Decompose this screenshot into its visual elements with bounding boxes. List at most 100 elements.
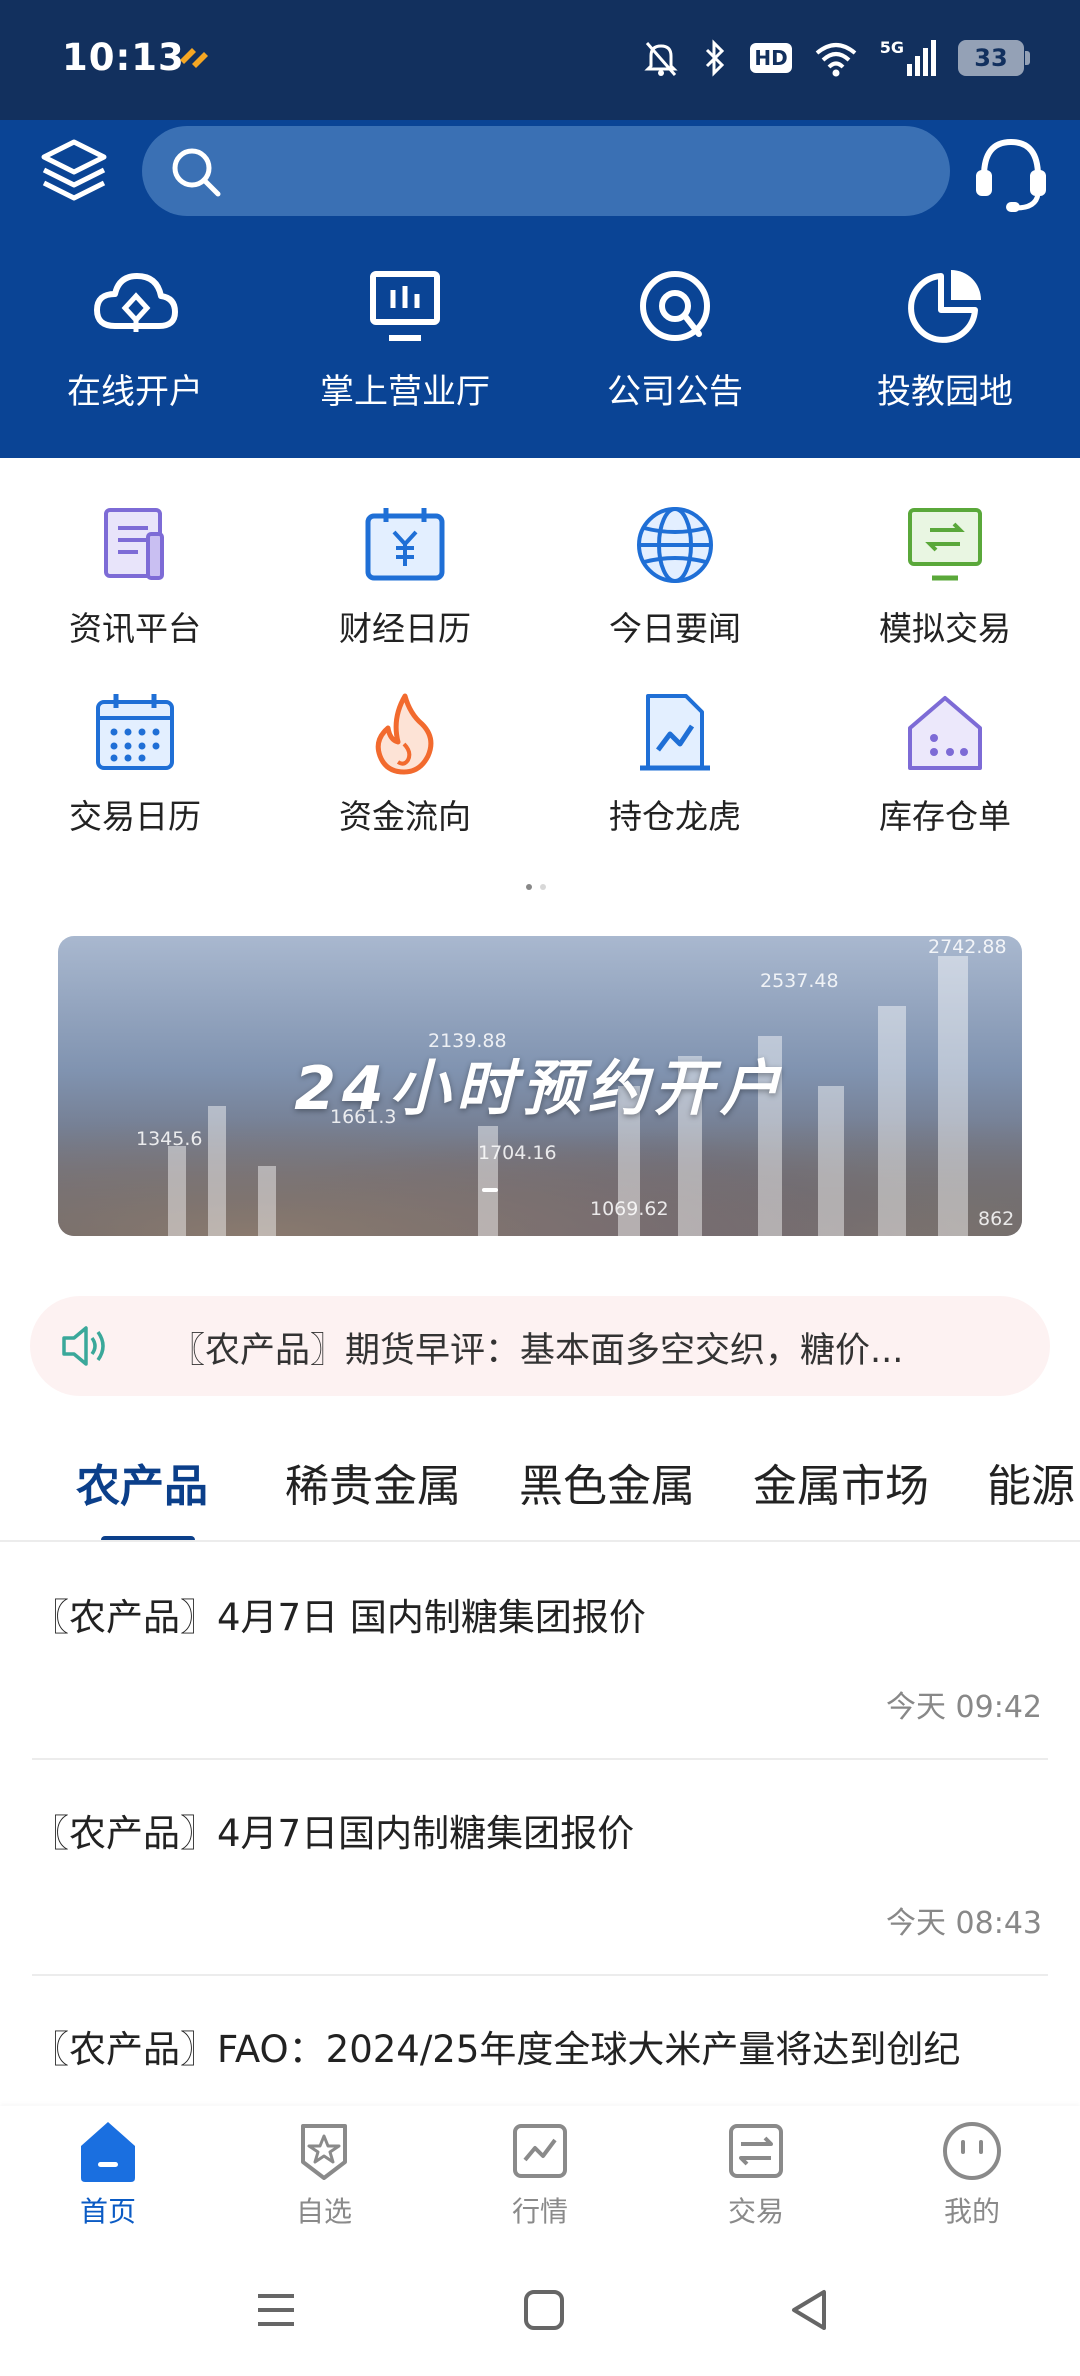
quick-action-announcements[interactable]: 公司公告 — [540, 260, 810, 413]
nav-label: 我的 — [943, 2195, 1000, 2228]
cellular-signal-icon: 5G — [880, 40, 936, 76]
nav-label: 自选 — [295, 2195, 352, 2228]
banner-number: 2537.48 — [760, 970, 839, 992]
menu-icon[interactable] — [248, 2282, 304, 2338]
banner-number: 862 — [978, 1208, 1015, 1230]
nav-label: 交易 — [727, 2195, 784, 2228]
bottom-navigation: 首页 自选 行情 交易 我的 — [0, 2106, 1080, 2242]
network-type: 5G — [879, 38, 904, 57]
star-badge-icon — [301, 2124, 347, 2180]
hd-voice-badge: HD — [750, 43, 792, 73]
warehouse-icon — [908, 696, 982, 770]
news-time: 今天 09:42 — [886, 1690, 1042, 1725]
status-bar: 10:13 HD 5G 33 — [0, 0, 1080, 120]
tab-precious-metals[interactable]: 稀贵金属 — [285, 1450, 461, 1514]
pie-chart-icon — [908, 270, 981, 343]
trade-exchange-icon — [729, 2124, 783, 2178]
divider — [32, 1758, 1048, 1760]
battery-level: 33 — [974, 44, 1008, 72]
monitor-icon — [370, 271, 440, 341]
news-title: 〖农产品〗4月7日国内制糖集团报价 — [32, 1812, 635, 1855]
yen-calendar-icon — [365, 508, 445, 581]
document-icon — [104, 508, 164, 580]
at-sign-icon — [640, 271, 710, 341]
tab-energy[interactable]: 能源 — [987, 1450, 1075, 1514]
news-time: 今天 08:43 — [886, 1906, 1042, 1941]
exchange-monitor-icon — [908, 508, 982, 581]
quick-action-label: 公司公告 — [607, 372, 743, 412]
calendar-icon — [96, 694, 174, 770]
feature-info-platform[interactable]: 资讯平台 — [0, 500, 270, 688]
feature-label: 库存仓单 — [879, 797, 1011, 836]
divider — [0, 1540, 1080, 1542]
market-chart-icon — [513, 2124, 567, 2178]
globe-icon — [637, 507, 713, 583]
banner-number: 1069.62 — [590, 1198, 669, 1220]
nav-trade[interactable]: 交易 — [648, 2106, 864, 2242]
nav-watchlist[interactable]: 自选 — [216, 2106, 432, 2242]
news-list-item[interactable]: 〖农产品〗FAO：2024/25年度全球大米产量将达到创纪 — [32, 2022, 1048, 2106]
app-notification-icon — [180, 48, 208, 68]
feature-label: 资金流向 — [339, 797, 471, 836]
quick-action-label: 在线开户 — [67, 372, 203, 412]
customer-service-icon[interactable] — [966, 128, 1056, 218]
home-square-icon[interactable] — [516, 2282, 572, 2338]
chart-document-icon — [640, 694, 710, 771]
cloud-plus-icon — [94, 273, 178, 332]
feature-trading-calendar[interactable]: 交易日历 — [0, 688, 270, 876]
ticker-text: 〖农产品〗期货早评：基本面多空交织，糖价... — [170, 1331, 904, 1371]
feature-label: 交易日历 — [69, 797, 201, 836]
feature-daily-news[interactable]: 今日要闻 — [540, 500, 810, 688]
tab-metals-market[interactable]: 金属市场 — [753, 1450, 929, 1514]
news-ticker[interactable]: 〖农产品〗期货早评：基本面多空交织，糖价... — [30, 1296, 1050, 1396]
status-icons: HD 5G 33 — [642, 36, 1030, 80]
banner-number: 2742.88 — [928, 936, 1007, 958]
nav-home[interactable]: 首页 — [0, 2106, 216, 2242]
news-title: 〖农产品〗4月7日 国内制糖集团报价 — [32, 1596, 646, 1639]
feature-position-ranking[interactable]: 持仓龙虎 — [540, 688, 810, 876]
feature-grid: 资讯平台 财经日历 今日要闻 模拟交易 交易日历 资金流向 持仓龙虎 库存仓单 — [0, 500, 1080, 876]
back-triangle-icon[interactable] — [782, 2282, 838, 2338]
home-icon — [81, 2122, 135, 2182]
system-navigation-bar — [0, 2242, 1080, 2376]
quick-action-mobile-hall[interactable]: 掌上营业厅 — [270, 260, 540, 413]
quick-action-open-account[interactable]: 在线开户 — [0, 260, 270, 413]
news-list-item[interactable]: 〖农产品〗4月7日 国内制糖集团报价 今天 09:42 — [32, 1590, 1048, 1740]
pager-dot — [540, 884, 546, 890]
battery-indicator: 33 — [958, 40, 1030, 76]
banner-indicator — [482, 1188, 498, 1192]
promo-banner[interactable]: 2742.88 2537.48 2139.88 1345.6 1661.3 17… — [58, 936, 1022, 1236]
news-title: 〖农产品〗FAO：2024/25年度全球大米产量将达到创纪 — [32, 2028, 961, 2071]
search-bar[interactable] — [142, 126, 950, 216]
layers-icon[interactable] — [34, 132, 114, 212]
feature-label: 模拟交易 — [879, 609, 1011, 648]
divider — [32, 1974, 1048, 1976]
feature-capital-flow[interactable]: 资金流向 — [270, 688, 540, 876]
feature-simulated-trading[interactable]: 模拟交易 — [810, 500, 1080, 688]
search-icon — [172, 148, 221, 197]
tab-agricultural[interactable]: 农产品 — [76, 1450, 208, 1514]
feature-label: 资讯平台 — [69, 609, 201, 648]
header: 在线开户 掌上营业厅 公司公告 投教园地 — [0, 120, 1080, 458]
status-time: 10:13 — [62, 36, 185, 79]
feature-label: 持仓龙虎 — [609, 797, 741, 836]
feature-pager — [526, 884, 546, 890]
tab-ferrous-metals[interactable]: 黑色金属 — [519, 1450, 695, 1514]
nav-market[interactable]: 行情 — [432, 2106, 648, 2242]
speaker-icon — [62, 1326, 105, 1366]
feature-label: 财经日历 — [339, 609, 471, 648]
banner-bar — [168, 1146, 186, 1236]
feature-warehouse-receipt[interactable]: 库存仓单 — [810, 688, 1080, 876]
smiley-profile-icon — [943, 2122, 1001, 2180]
banner-bar — [258, 1166, 276, 1236]
quick-action-investor-education[interactable]: 投教园地 — [810, 260, 1080, 413]
feature-finance-calendar[interactable]: 财经日历 — [270, 500, 540, 688]
banner-title: 24小时预约开户 — [294, 1054, 786, 1124]
quick-action-label: 掌上营业厅 — [320, 372, 490, 412]
wifi-icon — [815, 43, 857, 77]
news-list-item[interactable]: 〖农产品〗4月7日国内制糖集团报价 今天 08:43 — [32, 1806, 1048, 1956]
nav-profile[interactable]: 我的 — [864, 2106, 1080, 2242]
banner-number: 1345.6 — [136, 1128, 203, 1150]
nav-label: 首页 — [79, 2195, 136, 2228]
bluetooth-icon — [706, 39, 725, 77]
